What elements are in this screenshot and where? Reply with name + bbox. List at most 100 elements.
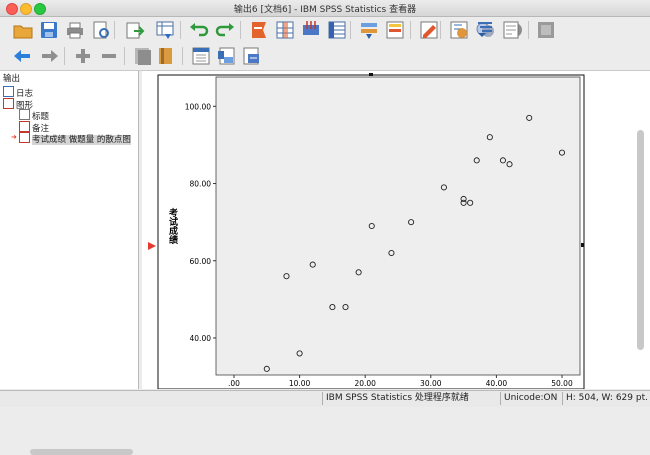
open-button[interactable] [12,19,34,41]
collapse-button[interactable] [98,45,120,67]
weight-cases-icon [386,21,404,39]
resize-handle-top [369,73,373,76]
undo-icon [190,23,209,37]
insert-title-icon [218,47,235,65]
redo-button[interactable] [214,19,236,41]
forward-icon [42,50,58,62]
value-labels-button[interactable] [418,19,440,41]
goto-case-button[interactable] [248,19,270,41]
outline-item-label: 考试成绩 做题量 的散点图 [32,135,131,145]
processor-status: IBM SPSS Statistics 处理程序就绪 [322,392,469,405]
back-button[interactable] [12,45,34,67]
outline-horizontal-scrollbar[interactable] [30,449,133,455]
toolbar-separator [528,21,529,39]
insert-output-icon [478,22,492,37]
expand-button[interactable] [72,45,94,67]
insert-text-icon [243,47,259,65]
redo-icon [215,23,234,37]
collapse-icon [102,54,116,58]
main-toolbar [0,17,650,43]
use-sets-icon [450,21,468,39]
outline-item[interactable]: 标题 [19,109,49,122]
x-tick-label: 20.00 [354,379,376,388]
unavailable-icon [538,22,554,38]
toolbar-separator [410,21,411,39]
y-tick-label: 100.00 [185,102,211,111]
outline-item[interactable]: ➜ 考试成绩 做题量 的散点图 [11,132,131,145]
descriptives-button[interactable] [326,19,348,41]
graph-folder-icon [3,97,14,109]
y-tick-label: 60.00 [190,257,212,266]
chart-icon [19,132,30,143]
insert-text-button[interactable] [240,45,262,67]
goto-variable-icon [276,21,294,39]
scatter-chart[interactable]: 考试成绩 40.00 60.00 80.00 100.00 .00 10.00 20.00… [142,71,650,390]
variables-button[interactable] [300,19,322,41]
undo-button[interactable] [188,19,210,41]
goto-data-icon [156,21,174,39]
forward-button[interactable] [38,45,60,67]
goto-variable-button[interactable] [274,19,296,41]
unicode-status: Unicode:ON [500,392,557,405]
print-icon [67,22,83,39]
outline-root[interactable]: 输出 [3,74,20,85]
hide-icon [159,48,172,64]
status-bar: IBM SPSS Statistics 处理程序就绪 Unicode:ON H:… [0,390,650,407]
toolbar-separator [124,47,125,65]
outline-item[interactable]: 图形 [3,97,33,111]
title-icon [19,109,30,120]
script-button[interactable] [500,19,522,41]
x-tick-label: 30.00 [420,379,442,388]
size-status: H: 504, W: 629 pt. [562,392,648,405]
selection-arrow-icon [148,242,156,250]
x-tick-label: 50.00 [551,379,573,388]
goto-case-icon [252,22,266,38]
save-icon [41,22,57,38]
y-tick-label: 80.00 [190,180,212,189]
variables-icon [303,21,319,35]
descriptives-icon [328,21,346,39]
goto-data-button[interactable] [154,19,176,41]
outline-item[interactable]: 日志 [3,86,33,99]
toolbar-separator [440,21,441,39]
y-axis-label: 考试成绩 [167,207,178,245]
print-button[interactable] [64,19,86,41]
toolbar-separator [182,47,183,65]
save-button[interactable] [38,19,60,41]
toolbar-separator [64,47,65,65]
insert-heading-icon [192,47,210,65]
expand-icon [76,49,90,63]
insert-output-button[interactable] [474,19,496,41]
outline-toolbar [0,43,650,71]
notes-icon [19,120,30,132]
show-icon [135,48,151,65]
value-labels-icon [420,21,438,39]
print-preview-button[interactable] [90,19,112,41]
selected-arrow-icon: ➜ [11,133,17,141]
toolbar-separator [180,21,181,39]
print-preview-icon [93,21,109,39]
x-tick-label: 40.00 [486,379,508,388]
unavailable-button[interactable] [535,19,557,41]
x-tick-label: 10.00 [289,379,311,388]
insert-heading-button[interactable] [190,45,212,67]
export-button[interactable] [124,19,146,41]
title-bar: 输出6 [文档6] - IBM SPSS Statistics 查看器 [0,0,650,17]
window-title: 输出6 [文档6] - IBM SPSS Statistics 查看器 [233,5,417,15]
export-icon [126,22,145,39]
log-icon [3,86,14,97]
x-tick-label: .00 [228,379,240,388]
open-icon [13,25,33,39]
script-icon [503,21,519,39]
content-vertical-scrollbar[interactable] [637,130,644,350]
outline-pane: 输出 日志 图形 标题 备注 ➜ 考试成绩 做题量 的散点图 [0,71,139,455]
hide-button[interactable] [156,45,178,67]
weight-cases-button[interactable] [384,19,406,41]
plot-area [215,76,581,376]
split-file-button[interactable] [358,19,380,41]
use-sets-button[interactable] [448,19,470,41]
show-button[interactable] [132,45,154,67]
outline-item[interactable]: 备注 [19,120,49,134]
toolbar-separator [114,21,115,39]
insert-title-button[interactable] [216,45,238,67]
